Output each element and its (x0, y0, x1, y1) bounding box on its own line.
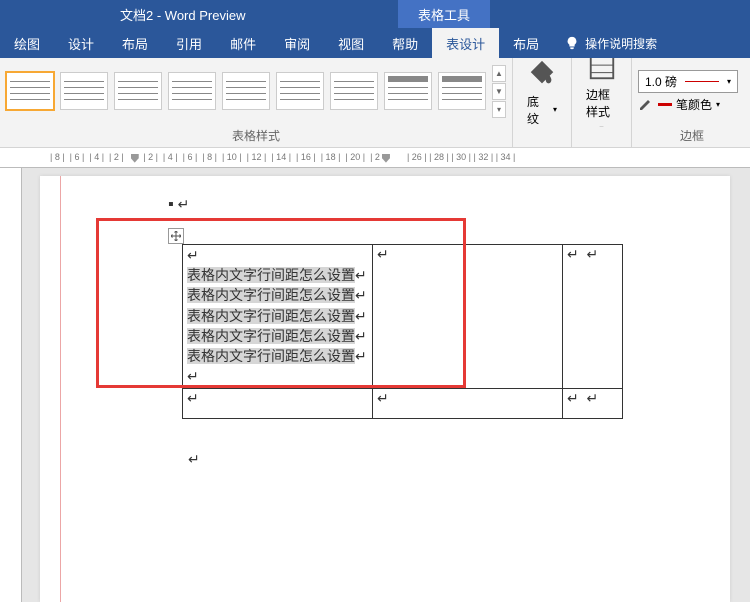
tab-table-layout[interactable]: 布局 (499, 28, 553, 58)
tab-help[interactable]: 帮助 (378, 28, 432, 58)
border-weight-dropdown[interactable]: 1.0 磅 ▾ (638, 70, 738, 93)
paragraph-mark: ↵ (188, 451, 200, 469)
selected-text[interactable]: 表格内文字行间距怎么设置 (187, 287, 355, 303)
gallery-scroll-up[interactable]: ▲ (492, 65, 506, 82)
group-label-table-styles: 表格样式 (0, 124, 512, 147)
border-weight-value: 1.0 磅 (645, 73, 677, 90)
lightbulb-icon (565, 36, 579, 50)
tab-references[interactable]: 引用 (162, 28, 216, 58)
table-style-3[interactable] (114, 72, 162, 110)
tab-view[interactable]: 视图 (324, 28, 378, 58)
table-cell[interactable]: ↵ (373, 389, 563, 419)
table-style-2[interactable] (60, 72, 108, 110)
paragraph-mark: ▪ ↵ (168, 196, 189, 214)
table-style-6[interactable] (276, 72, 324, 110)
tab-design[interactable]: 设计 (54, 28, 108, 58)
selected-text[interactable]: 表格内文字行间距怎么设置 (187, 328, 355, 344)
pen-icon (638, 96, 654, 112)
table-cell[interactable]: ↵ ↵ (563, 245, 623, 389)
table-move-handle[interactable] (168, 228, 184, 244)
table-cell[interactable]: ↵ (183, 389, 373, 419)
table-style-8[interactable] (384, 72, 432, 110)
tab-drawing[interactable]: 绘图 (0, 28, 54, 58)
border-weight-preview (685, 81, 719, 82)
ribbon: ▲ ▼ ▾ 表格样式 底纹▾ 边框样式 ▾ (0, 58, 750, 148)
contextual-tab-table-tools[interactable]: 表格工具 (398, 0, 490, 28)
group-label-borders: 边框 (632, 124, 750, 147)
table-style-5[interactable] (222, 72, 270, 110)
table-style-7[interactable] (330, 72, 378, 110)
selected-text[interactable]: 表格内文字行间距怎么设置 (187, 308, 355, 324)
ruler-indent-marker[interactable] (131, 154, 139, 163)
border-style-icon (587, 58, 617, 82)
selected-text[interactable]: 表格内文字行间距怎么设置 (187, 267, 355, 283)
page[interactable]: ▪ ↵ ↵ 表格内文字行间距怎么设置 ↵ 表格内文字行间距怎么设置 ↵ 表格内文字行… (40, 176, 730, 602)
selected-text[interactable]: 表格内文字行间距怎么设置 (187, 348, 355, 364)
table-cell[interactable]: ↵ ↵ (563, 389, 623, 419)
gallery-scroll-down[interactable]: ▼ (492, 83, 506, 100)
shading-button[interactable]: 底纹▾ (519, 58, 565, 127)
tab-layout[interactable]: 布局 (108, 28, 162, 58)
table-style-1[interactable] (6, 72, 54, 110)
table-style-9[interactable] (438, 72, 486, 110)
move-icon (171, 231, 181, 241)
ruler-indent-marker[interactable] (382, 154, 390, 163)
table-cell[interactable]: ↵ (373, 245, 563, 389)
gallery-expand[interactable]: ▾ (492, 101, 506, 118)
tell-me-search[interactable]: 操作说明搜索 (553, 28, 669, 58)
table-style-4[interactable] (168, 72, 216, 110)
table-row[interactable]: ↵ ↵ ↵ ↵ (183, 389, 623, 419)
table-row[interactable]: ↵ 表格内文字行间距怎么设置↵ 表格内文字行间距怎么设置↵ 表格内文字行间距怎么… (183, 245, 623, 389)
tab-review[interactable]: 审阅 (270, 28, 324, 58)
document-table[interactable]: ↵ 表格内文字行间距怎么设置 ↵ 表格内文字行间距怎么设置 ↵ 表格内文字行间距怎么… (182, 244, 623, 419)
window-title: 文档2 - Word Preview (0, 5, 245, 24)
title-bar: 文档2 - Word Preview 表格工具 (0, 0, 750, 28)
tab-table-design[interactable]: 表设计 (432, 28, 499, 58)
left-margin-guide (60, 176, 61, 602)
chevron-down-icon: ▾ (727, 77, 731, 86)
vertical-ruler[interactable] (0, 168, 22, 602)
document-area: ▪ ↵ ↵ 表格内文字行间距怎么设置 ↵ 表格内文字行间距怎么设置 ↵ 表格内文字行… (0, 168, 750, 602)
tab-mailings[interactable]: 邮件 (216, 28, 270, 58)
pen-color-button[interactable]: 笔颜色 ▾ (638, 96, 738, 113)
border-style-button[interactable]: 边框样式 ▾ (578, 58, 625, 127)
chevron-down-icon: ▾ (716, 100, 720, 109)
pen-color-swatch (658, 103, 672, 106)
table-styles-gallery: ▲ ▼ ▾ (0, 58, 512, 124)
table-cell[interactable]: ↵ 表格内文字行间距怎么设置↵ 表格内文字行间距怎么设置↵ 表格内文字行间距怎么… (183, 245, 373, 389)
tabs-bar: 绘图 设计 布局 引用 邮件 审阅 视图 帮助 表设计 布局 操作说明搜索 (0, 28, 750, 58)
paint-bucket-icon (527, 59, 557, 89)
chevron-down-icon: ▾ (553, 105, 557, 114)
horizontal-ruler[interactable]: | 8 | | 6 | | 4 | | 2 | | 2 | | 4 | | 6 … (0, 148, 750, 168)
